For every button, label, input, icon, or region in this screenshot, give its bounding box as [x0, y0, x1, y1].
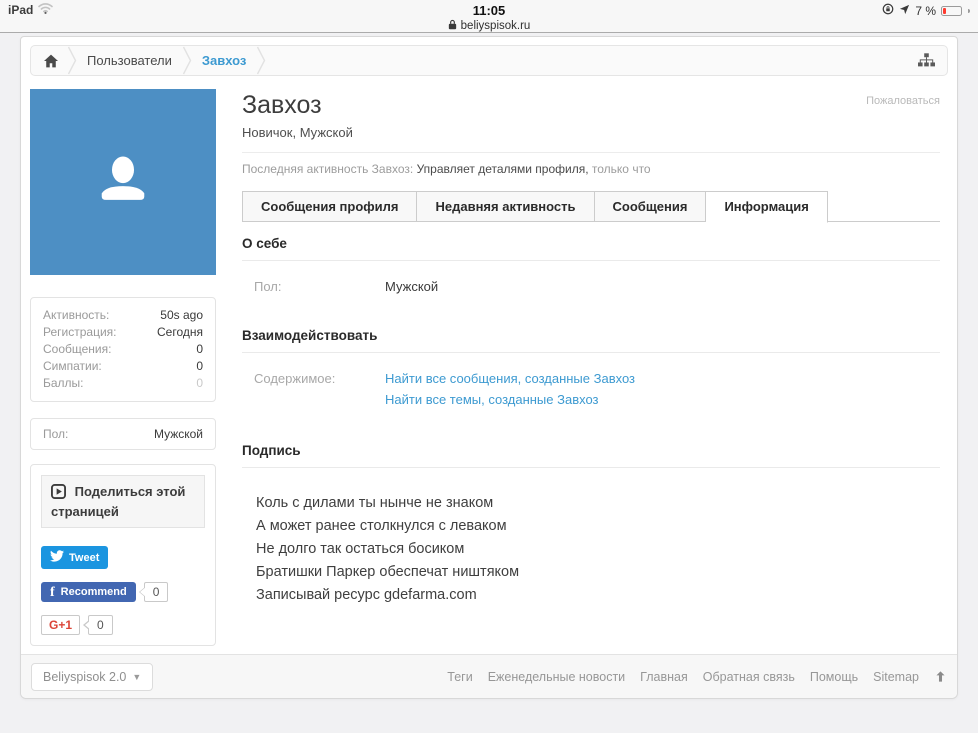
tab-information[interactable]: Информация: [706, 191, 827, 223]
stat-row-registration: Регистрация: Сегодня: [43, 324, 203, 341]
ssl-lock-icon: [448, 19, 457, 33]
sitemap-icon[interactable]: [910, 53, 935, 68]
gplus-count: 0: [88, 615, 113, 635]
activity-time: только что: [589, 162, 651, 176]
footer-link-help[interactable]: Помощь: [810, 670, 858, 684]
facebook-icon: f: [50, 587, 55, 598]
clock: 11:05: [0, 3, 978, 18]
content: Активность: 50s ago Регистрация: Сегодня…: [21, 76, 957, 654]
share-panel: Поделиться этой страницей Tweet f: [30, 464, 216, 646]
signature-line: Братишки Паркер обеспечат ништяком: [256, 561, 940, 584]
activity-label: Последняя активность Завхоз:: [242, 162, 417, 176]
breadcrumb: Пользователи Завхоз: [30, 45, 948, 76]
content-field-label: Содержимое:: [254, 371, 385, 407]
breadcrumb-separator: [182, 45, 192, 76]
gender-label: Пол:: [43, 427, 68, 441]
section-heading-about: О себе: [242, 236, 940, 261]
page: Пользователи Завхоз: [0, 33, 978, 699]
tab-recent-activity[interactable]: Недавняя активность: [417, 191, 594, 222]
about-gender-row: Пол: Мужской: [242, 261, 940, 294]
gplus-label: G+1: [49, 618, 72, 632]
chevron-down-icon: ▼: [132, 672, 141, 682]
breadcrumb-separator: [256, 45, 266, 76]
stat-row-activity: Активность: 50s ago: [43, 307, 203, 324]
breadcrumb-item-users[interactable]: Пользователи: [77, 53, 182, 68]
footer-link-home[interactable]: Главная: [640, 670, 688, 684]
find-all-threads-link[interactable]: Найти все темы, созданные Завхоз: [385, 392, 635, 407]
gender-field-value: Мужской: [385, 279, 438, 294]
user-subtitle: Новичок, Мужской: [242, 125, 940, 153]
find-all-posts-link[interactable]: Найти все сообщения, созданные Завхоз: [385, 371, 635, 386]
footer-link-contact[interactable]: Обратная связь: [703, 670, 795, 684]
footer: Beliyspisok 2.0 ▼ Теги Еженедельные ново…: [21, 654, 957, 698]
stat-row-likes: Симпатии: 0: [43, 358, 203, 375]
signature-line: Не долго так остаться босиком: [256, 538, 940, 561]
share-icon: [51, 487, 70, 502]
facebook-recommend-button[interactable]: f Recommend: [41, 582, 136, 602]
home-icon[interactable]: [43, 54, 67, 68]
activity-action: Управляет деталями профиля,: [417, 162, 589, 176]
location-services-icon: [899, 4, 910, 18]
gplus-button[interactable]: G+1: [41, 615, 80, 635]
report-link[interactable]: Пожаловаться: [866, 95, 940, 107]
twitter-bird-icon: [50, 550, 64, 565]
forum-card: Пользователи Завхоз: [20, 36, 958, 699]
footer-links: Теги Еженедельные новости Главная Обратн…: [447, 670, 947, 684]
stat-row-messages: Сообщения: 0: [43, 341, 203, 358]
signature-block: Коль с дилами ты нынче не знаком А может…: [242, 468, 940, 607]
style-chooser-button[interactable]: Beliyspisok 2.0 ▼: [31, 663, 153, 691]
sidebar: Активность: 50s ago Регистрация: Сегодня…: [30, 89, 216, 654]
profile-tabs: Сообщения профиля Недавняя активность Со…: [242, 191, 940, 222]
footer-link-tags[interactable]: Теги: [447, 670, 472, 684]
stat-row-points: Баллы: 0: [43, 375, 203, 392]
battery-icon: [941, 6, 962, 16]
ios-status-bar: iPad 11:05 beliyspisok.ru: [0, 0, 978, 33]
breadcrumb-separator: [67, 45, 77, 76]
tweet-label: Tweet: [69, 552, 99, 564]
tab-postings[interactable]: Сообщения: [595, 191, 707, 222]
battery-percent: 7 %: [915, 4, 936, 18]
avatar[interactable]: [30, 89, 216, 275]
gender-panel: Пол: Мужской: [30, 418, 216, 450]
gender-value: Мужской: [154, 427, 203, 441]
user-stats-panel: Активность: 50s ago Регистрация: Сегодня…: [30, 297, 216, 402]
share-heading: Поделиться этой страницей: [41, 475, 205, 528]
battery-tip: [968, 9, 970, 13]
page-title-username: Завхоз: [242, 91, 940, 120]
tweet-button[interactable]: Tweet: [41, 546, 108, 569]
footer-link-sitemap[interactable]: Sitemap: [873, 670, 919, 684]
signature-line: Записывай ресурс gdefarma.com: [256, 584, 940, 607]
facebook-label: Recommend: [61, 586, 127, 598]
last-activity: Последняя активность Завхоз: Управляет д…: [242, 153, 940, 176]
facebook-share-row: f Recommend 0: [41, 582, 205, 602]
section-heading-interact: Взаимодействовать: [242, 328, 940, 353]
url-text: beliyspisok.ru: [461, 20, 531, 32]
facebook-count: 0: [144, 582, 169, 602]
gender-field-label: Пол:: [254, 279, 385, 294]
section-heading-signature: Подпись: [242, 443, 940, 468]
tab-profile-posts[interactable]: Сообщения профиля: [242, 191, 417, 222]
interact-content-row: Содержимое: Найти все сообщения, созданн…: [242, 353, 940, 407]
scroll-to-top-icon[interactable]: [934, 670, 947, 683]
orientation-lock-icon: [882, 3, 894, 18]
gplus-share-row: G+1 0: [41, 615, 205, 635]
profile-main: Пожаловаться Завхоз Новичок, Мужской Пос…: [242, 89, 948, 654]
breadcrumb-item-current-user[interactable]: Завхоз: [192, 53, 257, 68]
signature-line: Коль с дилами ты нынче не знаком: [256, 492, 940, 515]
signature-line: А может ранее столкнулся с леваком: [256, 515, 940, 538]
status-right: 7 %: [882, 3, 970, 18]
url-bar[interactable]: beliyspisok.ru: [0, 19, 978, 33]
footer-link-weekly-news[interactable]: Еженедельные новости: [488, 670, 625, 684]
